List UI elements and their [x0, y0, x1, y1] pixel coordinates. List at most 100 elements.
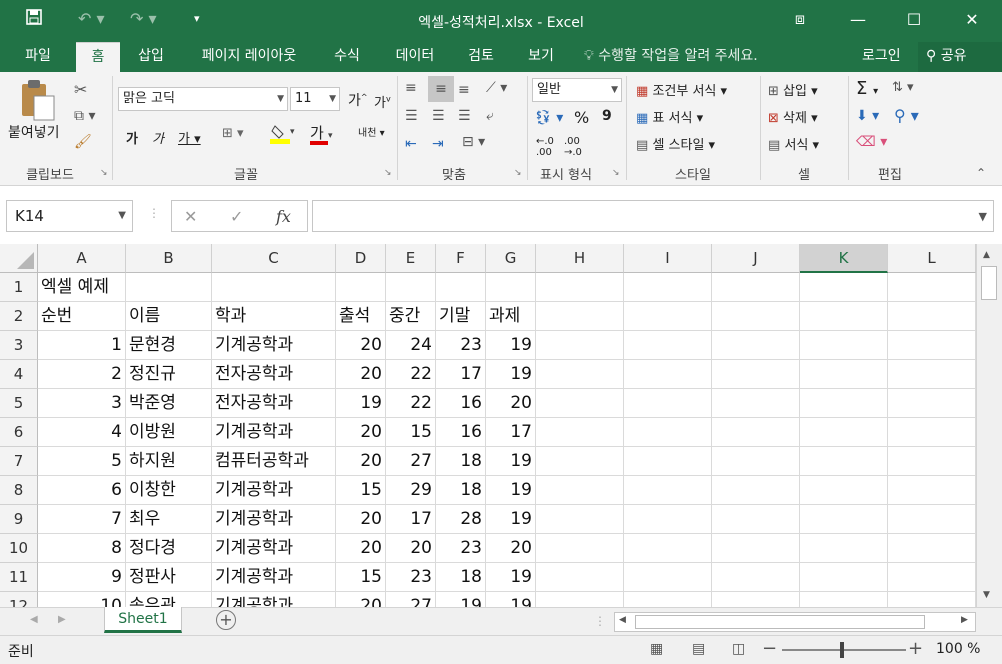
delete-cells-button[interactable]: ⊠ 삭제 ▾ — [768, 107, 818, 126]
cell-b8[interactable]: 이창한 — [126, 476, 212, 505]
cell-c4[interactable]: 전자공학과 — [212, 360, 336, 389]
cell-a12[interactable]: 10 — [38, 592, 126, 607]
cell-f9[interactable]: 28 — [436, 505, 486, 534]
cell-b6[interactable]: 이방원 — [126, 418, 212, 447]
row-header[interactable]: 7 — [0, 447, 38, 476]
cell-j7[interactable] — [712, 447, 800, 476]
zoom-slider-thumb[interactable] — [840, 642, 844, 658]
row-header[interactable]: 10 — [0, 534, 38, 563]
cell-styles-button[interactable]: ▤ 셀 스타일 ▾ — [636, 134, 715, 153]
cell-g11[interactable]: 19 — [486, 563, 536, 592]
cell-j10[interactable] — [712, 534, 800, 563]
column-header-e[interactable]: E — [386, 244, 436, 273]
cell-g3[interactable]: 19 — [486, 331, 536, 360]
cell-e11[interactable]: 23 — [386, 563, 436, 592]
cell-l11[interactable] — [888, 563, 976, 592]
increase-decimal-icon[interactable]: ←.0.00 — [536, 136, 554, 158]
cell-h9[interactable] — [536, 505, 624, 534]
cell-l10[interactable] — [888, 534, 976, 563]
merge-center-icon[interactable]: ⊟ ▾ — [462, 134, 485, 150]
next-sheet-icon[interactable]: ▶ — [58, 614, 66, 625]
format-as-table-button[interactable]: ▦ 표 서식 ▾ — [636, 107, 703, 126]
cell-f8[interactable]: 18 — [436, 476, 486, 505]
cell-d9[interactable]: 20 — [336, 505, 386, 534]
cell-e1[interactable] — [386, 273, 436, 302]
cell-g8[interactable]: 19 — [486, 476, 536, 505]
cell-d5[interactable]: 19 — [336, 389, 386, 418]
cell-l4[interactable] — [888, 360, 976, 389]
cell-a6[interactable]: 4 — [38, 418, 126, 447]
cell-j11[interactable] — [712, 563, 800, 592]
cell-c5[interactable]: 전자공학과 — [212, 389, 336, 418]
cell-d2[interactable]: 출석 — [336, 302, 386, 331]
cell-l7[interactable] — [888, 447, 976, 476]
tab-review[interactable]: 검토 — [456, 42, 506, 72]
normal-view-icon[interactable]: ▦ — [650, 641, 663, 657]
cell-i7[interactable] — [624, 447, 712, 476]
cell-j5[interactable] — [712, 389, 800, 418]
comma-style-button[interactable]: 9 — [602, 108, 612, 124]
cell-e12[interactable]: 27 — [386, 592, 436, 607]
cell-k2[interactable] — [800, 302, 888, 331]
cell-a4[interactable]: 2 — [38, 360, 126, 389]
cell-h3[interactable] — [536, 331, 624, 360]
cell-b1[interactable] — [126, 273, 212, 302]
cell-c8[interactable]: 기계공학과 — [212, 476, 336, 505]
cell-j2[interactable] — [712, 302, 800, 331]
cell-g1[interactable] — [486, 273, 536, 302]
cell-j6[interactable] — [712, 418, 800, 447]
cell-c6[interactable]: 기계공학과 — [212, 418, 336, 447]
tab-formulas[interactable]: 수식 — [322, 42, 372, 72]
cell-a3[interactable]: 1 — [38, 331, 126, 360]
formula-input[interactable]: ▼ — [312, 200, 994, 232]
align-left-icon[interactable]: ☰ — [405, 108, 418, 124]
cell-c10[interactable]: 기계공학과 — [212, 534, 336, 563]
font-size-combo[interactable]: 11 ▼ — [290, 87, 340, 111]
fill-color-icon[interactable]: ▾ — [270, 122, 296, 148]
format-cells-button[interactable]: ▤ 서식 ▾ — [768, 134, 819, 153]
cell-i5[interactable] — [624, 389, 712, 418]
row-header[interactable]: 1 — [0, 273, 38, 302]
cell-i2[interactable] — [624, 302, 712, 331]
number-format-combo[interactable]: 일반 ▼ — [532, 78, 622, 102]
column-header-b[interactable]: B — [126, 244, 212, 273]
font-launcher-icon[interactable]: ↘ — [384, 168, 392, 178]
cell-c11[interactable]: 기계공학과 — [212, 563, 336, 592]
clipboard-launcher-icon[interactable]: ↘ — [100, 168, 108, 178]
cell-b10[interactable]: 정다경 — [126, 534, 212, 563]
cell-k12[interactable] — [800, 592, 888, 607]
cell-k9[interactable] — [800, 505, 888, 534]
percent-style-button[interactable]: % — [574, 108, 589, 127]
row-header[interactable]: 3 — [0, 331, 38, 360]
shrink-font-button[interactable]: 가v — [374, 92, 391, 111]
decrease-decimal-icon[interactable]: .00 →.0 — [564, 136, 582, 158]
column-header-g[interactable]: G — [486, 244, 536, 273]
page-break-view-icon[interactable]: ◫ — [732, 641, 745, 657]
cell-d7[interactable]: 20 — [336, 447, 386, 476]
cell-i8[interactable] — [624, 476, 712, 505]
cell-k1[interactable] — [800, 273, 888, 302]
phonetic-guide-button[interactable]: 내천 ▾ — [358, 124, 385, 139]
cell-g5[interactable]: 20 — [486, 389, 536, 418]
cell-b12[interactable]: 송유관 — [126, 592, 212, 607]
scroll-up-icon[interactable]: ▲ — [983, 250, 990, 260]
cell-k3[interactable] — [800, 331, 888, 360]
cell-l3[interactable] — [888, 331, 976, 360]
cell-e10[interactable]: 20 — [386, 534, 436, 563]
cell-l2[interactable] — [888, 302, 976, 331]
column-header-i[interactable]: I — [624, 244, 712, 273]
cell-k6[interactable] — [800, 418, 888, 447]
cell-h8[interactable] — [536, 476, 624, 505]
cell-h2[interactable] — [536, 302, 624, 331]
cell-c1[interactable] — [212, 273, 336, 302]
scroll-down-icon[interactable]: ▼ — [983, 590, 990, 600]
cell-d6[interactable]: 20 — [336, 418, 386, 447]
zoom-level[interactable]: 100 % — [936, 641, 980, 657]
row-header[interactable]: 4 — [0, 360, 38, 389]
zoom-out-icon[interactable]: − — [762, 638, 777, 659]
cell-f12[interactable]: 19 — [436, 592, 486, 607]
cell-l9[interactable] — [888, 505, 976, 534]
zoom-slider[interactable] — [782, 649, 906, 651]
row-header[interactable]: 5 — [0, 389, 38, 418]
cell-e4[interactable]: 22 — [386, 360, 436, 389]
